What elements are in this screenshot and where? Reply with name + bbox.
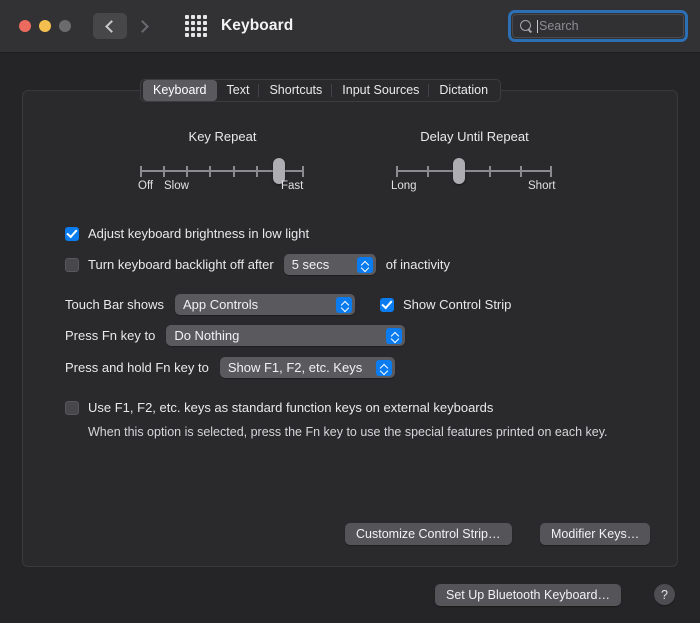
slider-track [396, 170, 552, 172]
press-hold-fn-popup[interactable]: Show F1, F2, etc. Keys [219, 357, 395, 378]
stepper-icon[interactable] [386, 327, 403, 344]
slider-tick [256, 166, 258, 177]
touch-bar-shows-label: Touch Bar shows [65, 297, 164, 312]
press-fn-value: Do Nothing [174, 328, 240, 343]
backlight-delay-value: 5 secs [291, 257, 330, 272]
traffic-lights [19, 20, 71, 32]
press-hold-fn-label: Press and hold Fn key to [65, 360, 209, 375]
show-all-icon[interactable] [183, 15, 209, 37]
slider-tick [233, 166, 235, 177]
use-fkeys-label: Use F1, F2, etc. keys as standard functi… [88, 400, 494, 415]
stepper-icon[interactable] [375, 359, 392, 376]
press-fn-popup[interactable]: Do Nothing [166, 325, 406, 346]
search-icon [520, 20, 532, 32]
chevron-right-icon [136, 19, 149, 33]
text-caret [537, 19, 538, 33]
slider-tick [427, 166, 429, 177]
tab-dictation[interactable]: Dictation [428, 80, 498, 101]
keyboard-preferences-window: Keyboard Search Keyboard Text Shortcuts … [0, 0, 700, 623]
window-title: Keyboard [221, 17, 294, 34]
key-repeat-slow-label: Slow [164, 180, 189, 192]
backlight-off-row[interactable]: Turn keyboard backlight off after 5 secs… [65, 254, 450, 275]
modifier-keys-button[interactable]: Modifier Keys… [540, 523, 651, 545]
use-fkeys-description: When this option is selected, press the … [88, 425, 608, 439]
minimize-button[interactable] [39, 20, 51, 32]
close-button[interactable] [19, 20, 31, 32]
setup-bluetooth-keyboard-button[interactable]: Set Up Bluetooth Keyboard… [435, 584, 621, 606]
slider-tick [163, 166, 165, 177]
use-fkeys-row[interactable]: Use F1, F2, etc. keys as standard functi… [65, 400, 493, 415]
stepper-icon[interactable] [336, 296, 352, 313]
key-repeat-title: Key Repeat [188, 129, 257, 144]
zoom-button[interactable] [59, 20, 71, 32]
key-repeat-max-label: Fast [281, 180, 304, 192]
touch-bar-shows-row: Touch Bar shows App Controls Show Contro… [65, 294, 511, 315]
delay-max-label: Short [528, 180, 556, 192]
press-hold-fn-row: Press and hold Fn key to Show F1, F2, et… [65, 357, 395, 378]
tab-text[interactable]: Text [217, 80, 260, 101]
tab-bar: Keyboard Text Shortcuts Input Sources Di… [140, 79, 502, 102]
use-fkeys-checkbox[interactable] [65, 400, 79, 415]
window-toolbar: Keyboard Search [0, 0, 700, 53]
press-fn-label: Press Fn key to [65, 328, 156, 343]
delay-until-repeat-thumb[interactable] [453, 158, 465, 184]
slider-tick [520, 166, 522, 177]
stepper-icon[interactable] [356, 256, 373, 273]
back-button[interactable] [93, 13, 127, 39]
delay-until-repeat-title: Delay Until Repeat [420, 129, 529, 144]
delay-until-repeat-slider[interactable] [396, 158, 552, 184]
backlight-off-suffix: of inactivity [385, 257, 451, 272]
slider-tick [140, 166, 142, 177]
backlight-delay-popup[interactable]: 5 secs [283, 254, 376, 275]
tab-input-sources[interactable]: Input Sources [331, 80, 429, 101]
chevron-left-icon [105, 19, 118, 33]
press-hold-fn-value: Show F1, F2, etc. Keys [227, 360, 363, 375]
slider-tick [302, 166, 304, 177]
adjust-brightness-label: Adjust keyboard brightness in low light [88, 226, 310, 241]
press-fn-row: Press Fn key to Do Nothing [65, 325, 406, 346]
touch-bar-shows-popup[interactable]: App Controls [175, 294, 355, 315]
backlight-off-checkbox[interactable] [65, 257, 79, 272]
key-repeat-slider[interactable] [140, 158, 304, 184]
adjust-brightness-row[interactable]: Adjust keyboard brightness in low light [65, 226, 309, 241]
backlight-off-label: Turn keyboard backlight off after [88, 257, 274, 272]
tab-shortcuts[interactable]: Shortcuts [258, 80, 332, 101]
slider-tick [489, 166, 491, 177]
slider-tick [396, 166, 398, 177]
show-control-strip-label: Show Control Strip [403, 297, 512, 312]
delay-min-label: Long [391, 180, 417, 192]
slider-tick [186, 166, 188, 177]
help-button[interactable]: ? [654, 584, 675, 605]
search-container: Search [508, 10, 688, 42]
slider-tick [209, 166, 211, 177]
slider-tick [550, 166, 552, 177]
key-repeat-min-label: Off [138, 180, 154, 192]
search-placeholder: Search [539, 19, 579, 33]
customize-control-strip-button[interactable]: Customize Control Strip… [345, 523, 512, 545]
adjust-brightness-checkbox[interactable] [65, 226, 79, 241]
forward-button[interactable] [127, 13, 161, 39]
navigation-buttons [93, 13, 161, 39]
show-control-strip-checkbox[interactable] [380, 297, 394, 312]
search-input[interactable]: Search [512, 14, 684, 38]
touch-bar-shows-value: App Controls [183, 297, 259, 312]
tab-keyboard[interactable]: Keyboard [143, 80, 217, 101]
